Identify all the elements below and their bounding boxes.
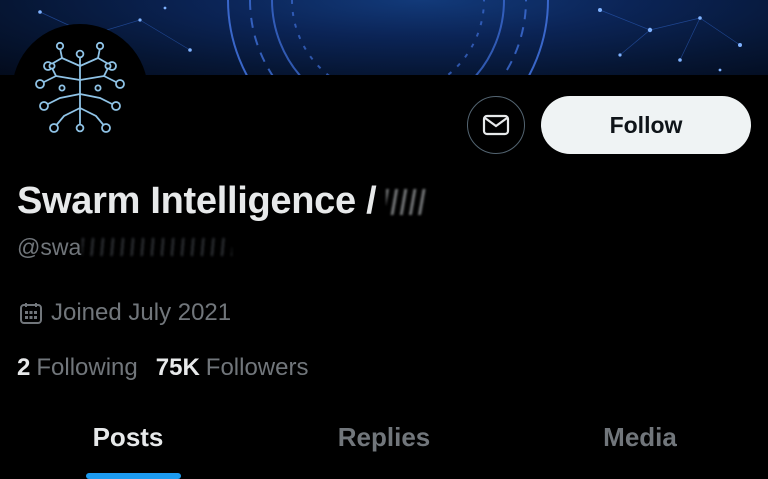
tab-posts[interactable]: Posts xyxy=(0,408,256,479)
followers-label: Followers xyxy=(205,354,309,381)
followers-link[interactable]: 75K Followers xyxy=(156,354,309,382)
display-name: Swarm Intelligence / xyxy=(17,179,377,222)
following-label: Following xyxy=(36,354,138,381)
redacted-handle-area xyxy=(82,234,242,260)
profile-handle: @swa xyxy=(17,233,82,260)
handle-row: @swa xyxy=(17,232,242,262)
active-tab-indicator xyxy=(86,473,181,479)
following-link[interactable]: 2 Following xyxy=(17,354,138,382)
brain-circuit-icon xyxy=(16,28,144,156)
tab-replies[interactable]: Replies xyxy=(256,408,512,479)
follow-stats: 2 Following 75K Followers xyxy=(17,352,308,384)
tab-label: Posts xyxy=(92,422,164,452)
calendar-icon xyxy=(19,301,43,325)
tab-label: Replies xyxy=(337,422,431,452)
joined-date-text: Joined July 2021 xyxy=(51,299,232,326)
joined-date-row: Joined July 2021 xyxy=(19,298,231,328)
envelope-icon xyxy=(482,114,510,136)
tab-media[interactable]: Media xyxy=(512,408,768,479)
following-count: 2 xyxy=(17,354,31,381)
followers-count: 75K xyxy=(155,354,200,381)
message-button[interactable] xyxy=(467,96,525,154)
profile-tabs: Posts Replies Media xyxy=(0,408,768,479)
follow-button[interactable]: Follow xyxy=(541,96,751,154)
display-name-row: Swarm Intelligence / xyxy=(17,176,519,226)
redacted-name-area xyxy=(380,181,519,221)
profile-avatar[interactable] xyxy=(12,24,148,160)
tab-label: Media xyxy=(603,422,677,452)
